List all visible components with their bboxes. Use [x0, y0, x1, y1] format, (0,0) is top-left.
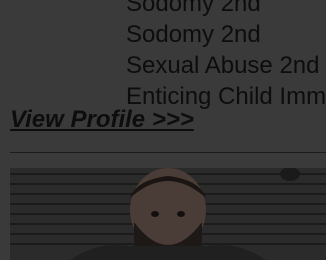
- charge-item: Sodomy 2nd: [126, 0, 261, 17]
- inmate-profile-card: Sodomy 2nd Sodomy 2nd Sexual Abuse 2nd E…: [0, 0, 326, 260]
- view-profile-link[interactable]: View Profile >>>: [10, 106, 194, 134]
- charges-list: Sodomy 2nd Sodomy 2nd Sexual Abuse 2nd E…: [126, 0, 326, 112]
- mugshot-image: [10, 168, 326, 260]
- charge-item: Sexual Abuse 2nd: [126, 52, 320, 79]
- mugshot-photo[interactable]: [10, 168, 326, 260]
- charge-item: Sodomy 2nd: [126, 21, 261, 48]
- section-divider: [10, 152, 326, 153]
